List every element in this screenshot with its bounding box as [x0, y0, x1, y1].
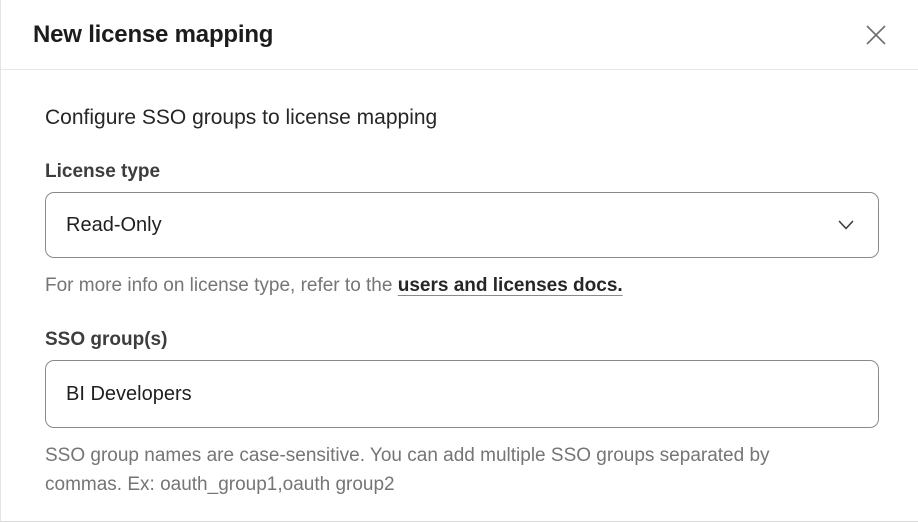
form-heading: Configure SSO groups to license mapping	[45, 106, 878, 130]
chevron-down-icon	[838, 220, 854, 231]
close-button[interactable]	[862, 21, 890, 49]
sso-groups-field-group: SSO group(s) SSO group names are case-se…	[45, 329, 878, 499]
modal-body: Configure SSO groups to license mapping …	[1, 70, 918, 499]
users-and-licenses-docs-link[interactable]: users and licenses docs.	[398, 275, 623, 296]
close-icon	[863, 22, 889, 48]
license-type-select[interactable]: Read-Only	[45, 192, 879, 258]
modal-header: New license mapping	[1, 0, 918, 70]
new-license-mapping-modal: New license mapping Configure SSO groups…	[0, 0, 918, 522]
license-type-field-group: License type Read-Only For more info on …	[45, 161, 878, 300]
modal-title: New license mapping	[33, 21, 273, 49]
sso-groups-label: SSO group(s)	[45, 329, 878, 351]
license-type-helper-text: For more info on license type, refer to …	[45, 271, 878, 300]
sso-groups-helper-text: SSO group names are case-sensitive. You …	[45, 441, 817, 499]
sso-groups-input[interactable]	[45, 360, 879, 428]
license-type-helper-prefix: For more info on license type, refer to …	[45, 275, 398, 296]
license-type-label: License type	[45, 161, 878, 183]
license-type-selected-value: Read-Only	[66, 214, 162, 237]
